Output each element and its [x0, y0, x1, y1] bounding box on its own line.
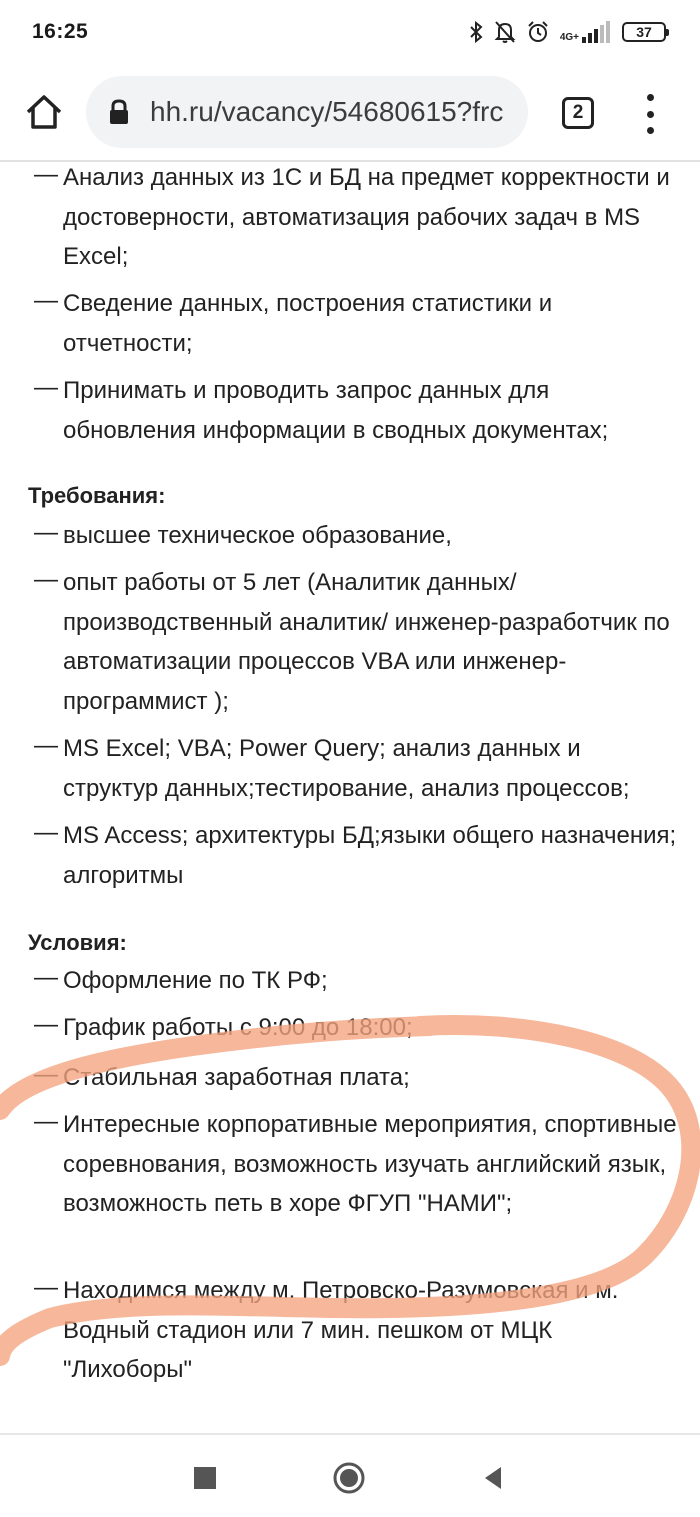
- list-item-text: высшее техническое образование,: [63, 522, 452, 549]
- notifications-off-icon: [494, 21, 516, 43]
- list-item-text: Анализ данных из 1С и БД на предмет корр…: [63, 164, 670, 270]
- status-time: 16:25: [32, 20, 89, 43]
- home-icon[interactable]: [24, 92, 64, 132]
- bluetooth-icon: [470, 20, 483, 44]
- address-bar[interactable]: hh.ru/vacancy/54680615?frc: [86, 76, 528, 148]
- bullet-dash: —: [34, 374, 58, 401]
- system-navigation-bar: [0, 1433, 700, 1517]
- list-item-text: Принимать и проводить запрос данных для …: [63, 377, 609, 444]
- network-indicator: 4G+: [560, 21, 612, 43]
- list-item-text: MS Access; архитектуры БД;языки общего н…: [63, 822, 677, 889]
- recents-icon[interactable]: [188, 1461, 222, 1495]
- bullet-dash: —: [34, 1108, 58, 1135]
- list-item-text: Находимся между м. Петровско-Разумовская…: [63, 1277, 619, 1383]
- bullet-dash: —: [34, 1061, 58, 1088]
- alarm-icon: [528, 21, 548, 42]
- bullet-dash: —: [34, 819, 58, 846]
- signal-icon: [582, 21, 610, 43]
- requirements-heading: Требования:: [28, 483, 166, 508]
- status-icons: 4G+ 37: [468, 20, 669, 44]
- list-item-text: Оформление по ТК РФ;: [63, 967, 328, 994]
- bullet-dash: —: [34, 161, 58, 188]
- more-menu-icon[interactable]: [640, 94, 660, 134]
- lock-icon: [110, 99, 128, 124]
- browser-toolbar: hh.ru/vacancy/54680615?frc 2: [0, 64, 700, 162]
- bullet-dash: —: [34, 287, 58, 314]
- back-icon[interactable]: [476, 1461, 510, 1495]
- conditions-heading: Условия:: [28, 930, 127, 955]
- menu-dot: [646, 94, 654, 101]
- network-label: 4G+: [559, 32, 579, 43]
- menu-dot: [646, 110, 654, 118]
- url-text[interactable]: hh.ru/vacancy/54680615?frc: [150, 96, 503, 128]
- menu-dot: [646, 127, 654, 134]
- bullet-dash: —: [34, 964, 58, 991]
- bullet-dash: —: [34, 1274, 58, 1301]
- bullet-dash: —: [34, 519, 58, 546]
- home-circle-icon[interactable]: [332, 1461, 366, 1495]
- list-item-text: Интересные корпоративные мероприятия, сп…: [63, 1111, 677, 1217]
- bullet-dash: —: [34, 566, 58, 593]
- list-item-text: Стабильная заработная плата;: [63, 1064, 410, 1091]
- bullet-dash: —: [34, 732, 58, 759]
- tab-switcher-button[interactable]: 2: [562, 97, 594, 129]
- list-item-text: Сведение данных, построения статистики и…: [63, 290, 553, 357]
- list-item-text: MS Excel; VBA; Power Query; анализ данны…: [63, 735, 630, 802]
- list-item-text: График работы с 9:00 до 18:00;: [63, 1014, 413, 1041]
- status-bar: 16:25 4G+ 37: [0, 0, 700, 64]
- bullet-dash: —: [34, 1011, 58, 1038]
- list-item-text: опыт работы от 5 лет (Аналитик данных/ п…: [63, 569, 670, 715]
- battery-indicator: 37: [622, 22, 669, 42]
